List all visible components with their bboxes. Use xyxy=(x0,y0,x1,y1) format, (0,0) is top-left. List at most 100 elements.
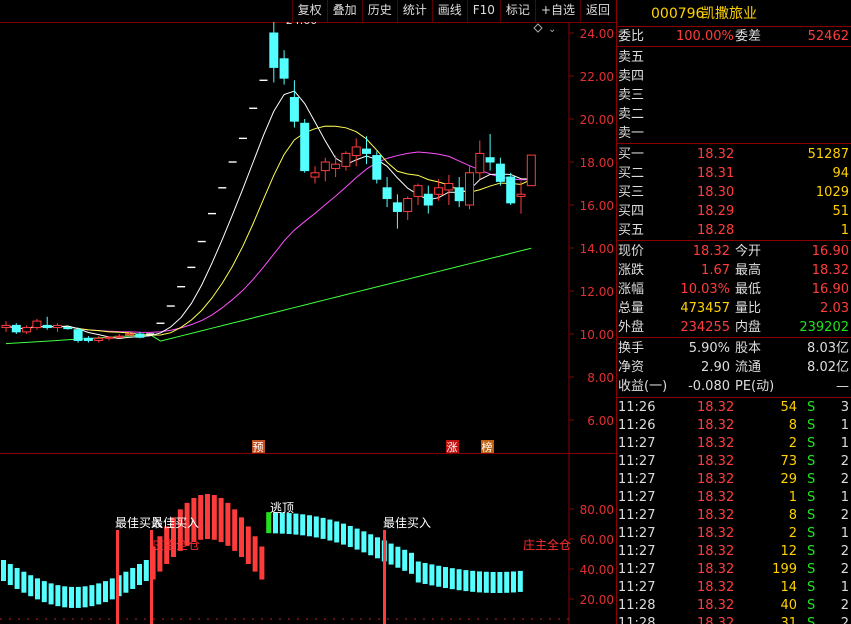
sell-row[interactable]: 卖五 xyxy=(617,48,851,67)
fundamental-label: 净资 xyxy=(618,360,645,375)
candle-body xyxy=(444,183,454,191)
tick-volume: 29 xyxy=(780,472,797,487)
weibi-value: 100.00% xyxy=(676,29,734,44)
indicator-bar xyxy=(103,581,108,603)
stat-value: 239202 xyxy=(799,320,849,335)
indicator-bar xyxy=(239,517,244,557)
tick-volume: 54 xyxy=(780,400,797,415)
tick-price: 18.32 xyxy=(697,544,735,559)
candle-body xyxy=(382,187,392,200)
sell-row[interactable]: 卖四 xyxy=(617,67,851,86)
toolbar-button[interactable]: F10 xyxy=(466,0,500,22)
tick-volume: 8 xyxy=(788,508,797,523)
indicator-bar xyxy=(422,562,428,584)
tick-price: 18.32 xyxy=(697,454,735,469)
divider xyxy=(617,240,851,241)
buy-volume: 1029 xyxy=(815,185,849,200)
stat-value: 16.90 xyxy=(811,282,849,297)
toolbar-button[interactable]: 历史 xyxy=(361,0,397,22)
stat-label: 外盘 xyxy=(618,320,645,335)
candle-body xyxy=(279,58,289,79)
price-tick-label: 14.00 xyxy=(580,242,614,256)
indicator-bar xyxy=(123,571,129,593)
indicator-bar xyxy=(320,517,326,539)
kline-chart[interactable]: 24.00 22.00 20.00 18.00 16.00 14.00 12.00 10.00… xyxy=(0,22,617,454)
tick-volume: 2 xyxy=(788,526,797,541)
candle-body xyxy=(104,336,114,339)
toolbar-button[interactable]: 叠加 xyxy=(326,0,362,22)
buy-row[interactable]: 买二 18.31 94 xyxy=(617,164,851,183)
tick-time: 11:27 xyxy=(618,454,656,469)
candle-body xyxy=(351,146,361,157)
stat-row: 涨幅 10.03% 最低 16.90 xyxy=(617,280,851,299)
divider xyxy=(617,46,851,47)
buy-volume: 94 xyxy=(832,166,849,181)
ma20-line xyxy=(5,151,532,333)
tick-price: 18.32 xyxy=(697,400,735,415)
tick-side: S xyxy=(807,562,816,577)
indicator-bar xyxy=(375,537,380,559)
indicator-bar xyxy=(463,570,469,592)
indicator-bar xyxy=(429,564,435,586)
indicator-bar xyxy=(483,571,489,593)
signal-label: 庄主全仓 xyxy=(152,537,200,552)
indicator-bar xyxy=(62,586,68,608)
buy-row[interactable]: 买三 18.30 1029 xyxy=(617,183,851,202)
price-tick-label: 12.00 xyxy=(580,285,614,299)
indicator-bar xyxy=(456,569,462,591)
tick-time: 11:27 xyxy=(618,508,656,523)
indicator-bar xyxy=(443,567,448,589)
tick-time: 11:28 xyxy=(618,598,656,613)
stock-terminal: 复权 叠加 历史 统计 画线 F10 标记 +自选 返回 24.00 22.00 20.00 18.0… xyxy=(0,0,851,624)
tick-time: 11:27 xyxy=(618,472,656,487)
chart-toolbar: 复权 叠加 历史 统计 画线 F10 标记 +自选 返回 xyxy=(0,0,617,23)
candle-body xyxy=(495,163,505,182)
tick-row: 11:27 18.32 8 S 2 xyxy=(617,507,851,525)
indicator-bar xyxy=(511,571,516,593)
toolbar-button[interactable]: 统计 xyxy=(396,0,432,22)
buy-label: 买五 xyxy=(618,223,645,238)
fundamental-label: 换手 xyxy=(618,341,645,356)
candle-body xyxy=(516,193,526,197)
indicator-chart[interactable]: 80.0060.0040.0020.00最佳买入最佳买入庄主全仓逃顶最佳买入庄主… xyxy=(0,454,617,624)
buy-row[interactable]: 买五 18.28 1 xyxy=(617,221,851,240)
price-tick-label: 8.00 xyxy=(587,371,614,385)
candle-body xyxy=(475,152,485,174)
weibi-label: 委比 xyxy=(618,29,645,44)
indicator-bar xyxy=(341,523,346,545)
sell-row[interactable]: 卖三 xyxy=(617,86,851,105)
candle-body xyxy=(22,327,32,333)
toolbar-button[interactable]: 标记 xyxy=(499,0,535,22)
stat-label: 今开 xyxy=(735,244,762,259)
candle-body xyxy=(320,161,330,172)
price-tick-label: 18.00 xyxy=(580,156,614,170)
tick-count: 2 xyxy=(840,616,849,624)
stat-value: 18.32 xyxy=(692,244,730,259)
candle-body xyxy=(434,187,444,195)
sell-row[interactable]: 卖一 xyxy=(617,124,851,143)
candle-body xyxy=(423,193,433,206)
indicator-bar xyxy=(89,585,95,607)
sell-row[interactable]: 卖二 xyxy=(617,105,851,124)
toolbar-button[interactable]: 画线 xyxy=(431,0,467,22)
tick-time: 11:27 xyxy=(618,526,656,541)
divider xyxy=(617,337,851,338)
buy-volume: 51 xyxy=(832,204,849,219)
candle-body xyxy=(362,148,371,154)
buy-row[interactable]: 买一 18.32 51287 xyxy=(617,145,851,164)
tick-volume: 199 xyxy=(772,562,797,577)
toolbar-button[interactable]: 返回 xyxy=(579,0,615,22)
stat-label: 涨跌 xyxy=(618,263,645,278)
candle-body xyxy=(73,329,83,341)
indicator-bar xyxy=(14,567,20,589)
tick-row: 11:27 18.32 12 S 2 xyxy=(617,543,851,561)
buy-label: 买四 xyxy=(618,204,645,219)
tick-time: 11:27 xyxy=(618,580,656,595)
buy-row[interactable]: 买四 18.29 51 xyxy=(617,202,851,221)
toolbar-button[interactable]: 复权 xyxy=(291,0,327,22)
fundamental-value: 8.02亿 xyxy=(807,360,849,375)
toolbar-button[interactable]: +自选 xyxy=(534,0,580,22)
tick-row: 11:27 18.32 14 S 1 xyxy=(617,579,851,597)
pane-divider xyxy=(0,453,617,454)
stat-label: 内盘 xyxy=(735,320,762,335)
